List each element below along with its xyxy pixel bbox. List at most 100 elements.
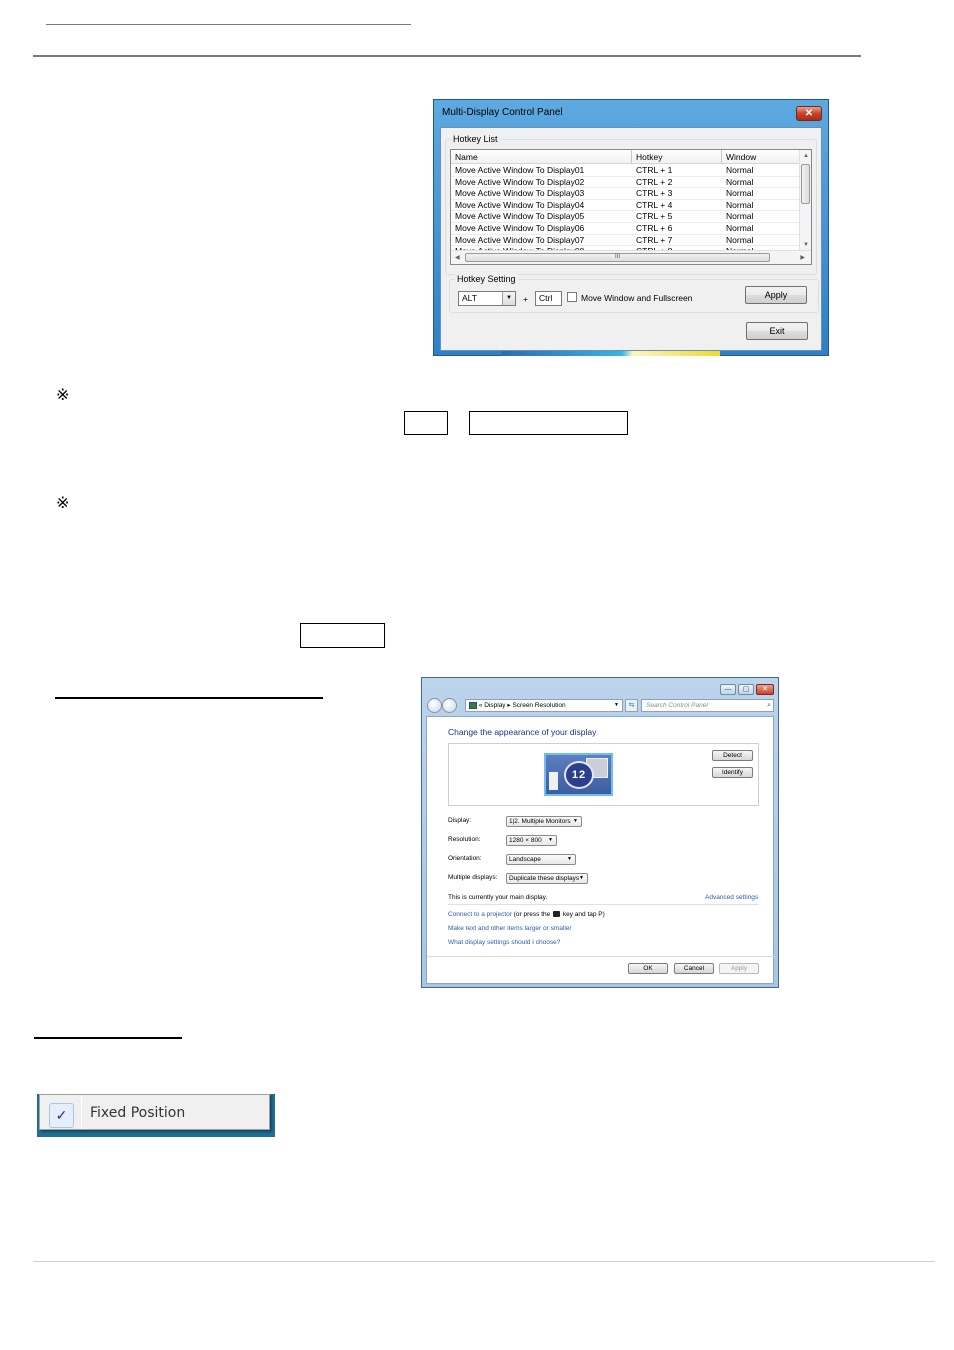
section-heading-underline — [34, 1037, 182, 1039]
checkmark-icon: ✓ — [49, 1103, 74, 1128]
chevron-down-icon[interactable]: ▼ — [502, 292, 515, 305]
row-name-cell: Move Active Window To Display05 — [455, 211, 585, 222]
search-input[interactable]: Search Control Panel ⌕ — [641, 699, 774, 712]
window-body: Hotkey List Name Hotkey Window Move Acti… — [440, 127, 822, 351]
row-hotkey-cell: CTRL + 7 — [636, 234, 673, 245]
chevron-down-icon[interactable]: ▼ — [567, 855, 572, 864]
breadcrumb-separator-icon: ▸ — [507, 702, 511, 709]
grip-icon: III — [614, 254, 620, 260]
row-name-cell: Move Active Window To Display06 — [455, 222, 585, 233]
orientation-label: Orientation: — [448, 855, 482, 862]
refresh-button[interactable]: ⇆ — [625, 699, 638, 712]
close-button[interactable]: ✕ — [796, 106, 822, 121]
projector-line: Connect to a projector (or press the key… — [448, 911, 605, 918]
list-header: Name Hotkey Window — [451, 150, 801, 164]
connect-projector-link[interactable]: Connect to a projector — [448, 911, 512, 918]
menu-item-fixed-position[interactable]: Fixed Position — [90, 1105, 185, 1121]
screen-resolution-content: Change the appearance of your display 12… — [426, 716, 775, 984]
row-name-cell: Move Active Window To Display01 — [455, 165, 585, 175]
vertical-scroll-thumb[interactable] — [801, 164, 810, 204]
scroll-right-icon[interactable]: ▶ — [800, 254, 805, 262]
close-button[interactable]: ✕ — [756, 684, 774, 695]
table-row[interactable]: Move Active Window To Display01 CTRL + 1 N… — [451, 165, 801, 177]
table-row[interactable]: Move Active Window To Display04 CTRL + 4 N… — [451, 200, 801, 212]
apply-button[interactable]: Apply — [719, 963, 759, 974]
advanced-settings-link[interactable]: Advanced settings — [705, 894, 758, 901]
table-row[interactable]: Move Active Window To Display03 CTRL + 3 N… — [451, 188, 801, 200]
horizontal-scrollbar[interactable]: ◀ III ▶ — [451, 250, 811, 264]
modifier-select[interactable]: ALT ▼ — [458, 291, 516, 306]
row-window-cell: Normal — [726, 165, 754, 175]
row-window-cell: Normal — [726, 188, 754, 199]
table-row[interactable]: Move Active Window To Display07 CTRL + 7 N… — [451, 235, 801, 247]
multiple-displays-select[interactable]: Duplicate these displays ▼ — [506, 873, 588, 884]
footer-divider — [427, 956, 775, 957]
help-link[interactable]: What display settings should I choose? — [448, 939, 560, 946]
row-hotkey-cell: CTRL + 2 — [636, 176, 673, 187]
scroll-left-icon[interactable]: ◀ — [455, 254, 460, 262]
control-panel-icon — [469, 701, 477, 709]
fixed-position-menu-screenshot: ✓ Fixed Position — [37, 1094, 275, 1137]
menu-separator — [81, 1097, 82, 1129]
text-size-link[interactable]: Make text and other items larger or smal… — [448, 925, 572, 932]
move-fullscreen-checkbox[interactable] — [567, 292, 577, 302]
reference-mark: ※ — [56, 493, 70, 512]
orientation-select[interactable]: Landscape ▼ — [506, 854, 576, 865]
display-value: 1|2. Multiple Monitors — [509, 818, 571, 825]
scroll-up-icon[interactable]: ▲ — [803, 152, 809, 160]
hotkey-setting-label: Hotkey Setting — [455, 273, 518, 285]
resolution-select[interactable]: 1280 × 800 ▼ — [506, 835, 557, 846]
plus-sign: + — [523, 294, 528, 304]
back-button[interactable] — [427, 698, 442, 713]
scroll-down-icon[interactable]: ▼ — [803, 241, 809, 249]
vertical-scrollbar[interactable]: ▲ ▼ — [799, 150, 811, 251]
button-label-box — [300, 623, 385, 648]
monitor-icon[interactable]: 12 — [544, 753, 613, 796]
table-row[interactable]: Move Active Window To Display02 CTRL + 2 N… — [451, 177, 801, 189]
table-row[interactable]: Move Active Window To Display06 CTRL + 6 N… — [451, 223, 801, 235]
page-title: Change the appearance of your display — [448, 727, 597, 737]
address-bar[interactable]: « Display ▸ Screen Resolution ▼ — [465, 699, 623, 712]
breadcrumb-screen-resolution[interactable]: Screen Resolution — [512, 702, 565, 709]
chevron-down-icon[interactable]: ▼ — [573, 817, 578, 826]
header-rule-short — [46, 24, 411, 25]
main-display-text: This is currently your main display. — [448, 894, 548, 901]
search-placeholder: Search Control Panel — [646, 702, 708, 709]
row-name-cell: Move Active Window To Display03 — [455, 188, 585, 199]
chevron-down-icon[interactable]: ▼ — [614, 700, 619, 711]
row-window-cell: Normal — [726, 211, 754, 222]
detect-button[interactable]: Detect — [712, 750, 753, 761]
exit-button[interactable]: Exit — [746, 322, 808, 340]
key-field-value: Ctrl — [539, 293, 553, 303]
multi-display-control-panel-window: Multi-Display Control Panel ✕ Hotkey Lis… — [433, 99, 829, 356]
chevron-down-icon[interactable]: ▼ — [579, 874, 584, 883]
projector-hint-after: key and tap P) — [562, 911, 605, 918]
cancel-button[interactable]: Cancel — [674, 963, 714, 974]
maximize-button[interactable]: ▢ — [738, 684, 754, 695]
row-window-cell: Normal — [726, 234, 754, 245]
apply-button[interactable]: Apply — [745, 286, 807, 304]
orientation-value: Landscape — [509, 856, 541, 863]
column-header-window[interactable]: Window — [722, 150, 801, 163]
column-header-hotkey[interactable]: Hotkey — [632, 150, 722, 163]
move-fullscreen-label[interactable]: Move Window and Fullscreen — [581, 293, 693, 303]
breadcrumb-display[interactable]: Display — [484, 702, 505, 709]
key-box — [404, 411, 448, 435]
column-header-name[interactable]: Name — [451, 150, 632, 163]
minimize-button[interactable]: — — [720, 684, 736, 695]
close-icon: ✕ — [762, 686, 768, 693]
identify-button[interactable]: Identify — [712, 767, 753, 778]
display-select[interactable]: 1|2. Multiple Monitors ▼ — [506, 816, 582, 827]
horizontal-scroll-thumb[interactable]: III — [465, 253, 770, 262]
key-field[interactable]: Ctrl — [535, 291, 562, 306]
refresh-icon: ⇆ — [628, 702, 635, 709]
breadcrumb-overflow[interactable]: « — [479, 702, 483, 709]
table-row[interactable]: Move Active Window To Display05 CTRL + 5 N… — [451, 211, 801, 223]
chevron-down-icon[interactable]: ▼ — [548, 836, 553, 845]
key-combo-box — [469, 411, 628, 435]
search-icon[interactable]: ⌕ — [767, 700, 771, 711]
forward-button[interactable] — [442, 698, 457, 713]
hotkey-list[interactable]: Name Hotkey Window Move Active Window To… — [450, 149, 812, 265]
ok-button[interactable]: OK — [628, 963, 668, 974]
taskbar-strip — [502, 351, 720, 356]
